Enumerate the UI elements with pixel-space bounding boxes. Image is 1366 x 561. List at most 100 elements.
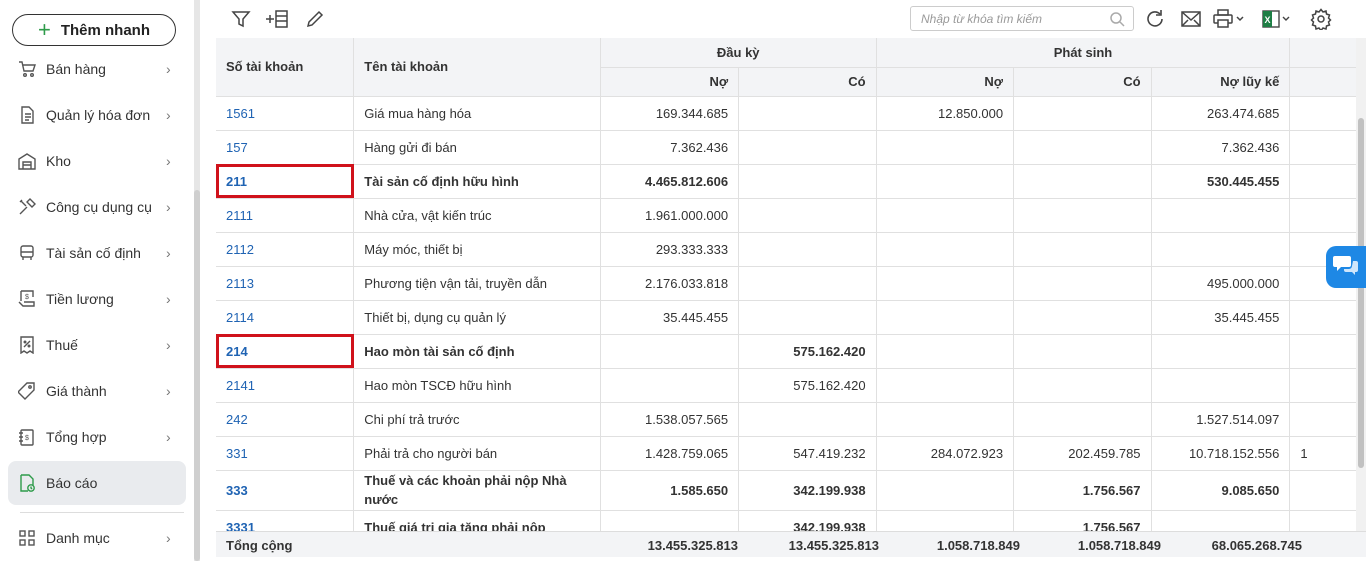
- cell-opening-debit: [600, 368, 740, 403]
- cell-movement-credit: [1013, 402, 1152, 437]
- cell-extra: [1289, 96, 1366, 131]
- table-row[interactable]: 331 Phải trả cho người bán 1.428.759.065 54…: [216, 436, 1366, 471]
- cell-opening-credit: [738, 130, 877, 165]
- cell-cumulative-debit: [1151, 232, 1291, 267]
- quick-add-button[interactable]: + Thêm nhanh: [12, 14, 176, 46]
- cell-account-no[interactable]: 2112: [216, 232, 355, 267]
- sidebar-item-kho[interactable]: Kho ›: [8, 139, 186, 183]
- chevron-right-icon: ›: [166, 383, 171, 399]
- sidebar-item-label: Tài sản cố định: [46, 245, 141, 261]
- edit-icon[interactable]: [302, 6, 328, 32]
- col-header-movement-credit[interactable]: Có: [1013, 67, 1152, 97]
- cell-movement-credit: [1013, 130, 1152, 165]
- sidebar-item-bao-cao[interactable]: Báo cáo: [8, 461, 186, 505]
- cell-movement-credit: [1013, 198, 1152, 233]
- cell-account-no[interactable]: 2113: [216, 266, 355, 301]
- sidebar-item-tien-luong[interactable]: $ Tiền lương ›: [8, 277, 186, 321]
- excel-icon[interactable]: X: [1260, 6, 1294, 32]
- table-row[interactable]: 157 Hàng gửi đi bán 7.362.436 7.362.436: [216, 130, 1366, 165]
- table-row[interactable]: 333 Thuế và các khoản phải nộp Nhà nước 1.…: [216, 470, 1366, 511]
- cell-account-no[interactable]: 1561: [216, 96, 355, 131]
- cell-extra: [1289, 334, 1366, 369]
- cell-account-name: Thiết bị, dụng cụ quản lý: [353, 300, 601, 335]
- totals-opening-debit: 13.455.325.813: [647, 537, 738, 553]
- table-row[interactable]: 2114 Thiết bị, dụng cụ quản lý 35.445.455 3…: [216, 300, 1366, 335]
- table-row[interactable]: 2112 Máy móc, thiết bị 293.333.333: [216, 232, 1366, 267]
- cell-movement-credit: [1013, 164, 1152, 199]
- cell-extra: [1289, 164, 1366, 199]
- table-row[interactable]: 2113 Phương tiện vận tải, truyền dẫn 2.176…: [216, 266, 1366, 301]
- cell-account-no[interactable]: 2141: [216, 368, 355, 403]
- cell-opening-credit: [738, 300, 877, 335]
- table-row[interactable]: 214 Hao mòn tài sản cố định 575.162.420: [216, 334, 1366, 369]
- tools-icon: [8, 198, 46, 216]
- table-row[interactable]: 242 Chi phí trả trước 1.538.057.565 1.527.5…: [216, 402, 1366, 437]
- cell-opening-credit: 575.162.420: [738, 368, 877, 403]
- table-row[interactable]: 2111 Nhà cửa, vật kiến trúc 1.961.000.000: [216, 198, 1366, 233]
- cell-movement-credit: 202.459.785: [1013, 436, 1152, 471]
- cell-cumulative-debit: [1151, 198, 1291, 233]
- email-icon[interactable]: [1178, 6, 1204, 32]
- col-header-movement-debit[interactable]: Nợ: [876, 67, 1015, 97]
- settings-icon[interactable]: [1308, 6, 1334, 32]
- sidebar-item-quan-ly-hoa-don[interactable]: Quản lý hóa đơn ›: [8, 93, 186, 137]
- table-row[interactable]: 1561 Giá mua hàng hóa 169.344.685 12.850.00…: [216, 96, 1366, 131]
- col-group-extra: [1289, 38, 1366, 68]
- cell-opening-debit: 7.362.436: [600, 130, 740, 165]
- refresh-icon[interactable]: [1142, 6, 1168, 32]
- sidebar-divider: [20, 512, 184, 513]
- cell-movement-credit: [1013, 232, 1152, 267]
- cell-movement-debit: 12.850.000: [876, 96, 1015, 131]
- cell-extra: 1: [1289, 436, 1366, 471]
- add-column-icon[interactable]: [264, 6, 290, 32]
- warehouse-icon: [8, 152, 46, 170]
- cell-movement-debit: [876, 334, 1015, 369]
- cell-account-name: Phương tiện vận tải, truyền dẫn: [353, 266, 601, 301]
- search-icon[interactable]: [1109, 11, 1125, 32]
- sidebar-item-tong-hop[interactable]: $ Tổng hợp ›: [8, 415, 186, 459]
- cell-movement-credit: 1.756.567: [1013, 470, 1152, 511]
- cell-movement-credit: [1013, 334, 1152, 369]
- cell-account-no[interactable]: 333: [216, 470, 355, 511]
- cart-icon: [8, 60, 46, 78]
- table-row[interactable]: 2141 Hao mòn TSCĐ hữu hình 575.162.420: [216, 368, 1366, 403]
- col-header-account-name[interactable]: Tên tài khoản: [353, 38, 601, 97]
- sidebar-item-ban-hang[interactable]: Bán hàng ›: [8, 47, 186, 91]
- sidebar-item-cong-cu-dung-cu[interactable]: Công cụ dụng cụ ›: [8, 185, 186, 229]
- cell-account-no[interactable]: 214: [216, 334, 355, 369]
- chat-button[interactable]: [1326, 246, 1366, 288]
- cell-movement-debit: [876, 300, 1015, 335]
- col-header-opening-credit[interactable]: Có: [738, 67, 877, 97]
- chevron-right-icon: ›: [166, 245, 171, 261]
- col-header-opening-debit[interactable]: Nợ: [600, 67, 740, 97]
- cell-account-no[interactable]: 157: [216, 130, 355, 165]
- scrollbar-thumb[interactable]: [1358, 118, 1364, 468]
- cell-cumulative-debit: 495.000.000: [1151, 266, 1291, 301]
- sidebar-item-tai-san-co-dinh[interactable]: Tài sản cố định ›: [8, 231, 186, 275]
- cell-cumulative-debit: 10.718.152.556: [1151, 436, 1291, 471]
- toolbar: X: [200, 0, 1366, 38]
- cell-cumulative-debit: 263.474.685: [1151, 96, 1291, 131]
- sidebar-item-gia-thanh[interactable]: Giá thành ›: [8, 369, 186, 413]
- filter-icon[interactable]: [228, 6, 254, 32]
- totals-empty: [357, 532, 607, 558]
- table-row[interactable]: 211 Tài sản cố định hữu hình 4.465.812.606…: [216, 164, 1366, 199]
- cell-cumulative-debit: 1.527.514.097: [1151, 402, 1291, 437]
- chevron-right-icon: ›: [166, 61, 171, 77]
- sidebar-item-thue[interactable]: Thuế ›: [8, 323, 186, 367]
- search-box[interactable]: [910, 6, 1134, 31]
- sidebar-item-danh-muc[interactable]: Danh mục ›: [8, 516, 186, 560]
- cell-account-no[interactable]: 2111: [216, 198, 355, 233]
- cell-account-no[interactable]: 242: [216, 402, 355, 437]
- print-icon[interactable]: [1212, 6, 1246, 32]
- col-header-cumulative-debit[interactable]: Nợ lũy kế: [1151, 67, 1291, 97]
- chevron-right-icon: ›: [166, 199, 171, 215]
- cell-account-no[interactable]: 2114: [216, 300, 355, 335]
- price-tag-icon: [8, 382, 46, 400]
- cell-account-no[interactable]: 331: [216, 436, 355, 471]
- report-icon: [8, 474, 46, 492]
- cell-account-no[interactable]: 211: [216, 164, 355, 199]
- search-input[interactable]: [911, 7, 1101, 30]
- col-header-account-no[interactable]: Số tài khoản: [216, 38, 355, 97]
- cell-opening-debit: 2.176.033.818: [600, 266, 740, 301]
